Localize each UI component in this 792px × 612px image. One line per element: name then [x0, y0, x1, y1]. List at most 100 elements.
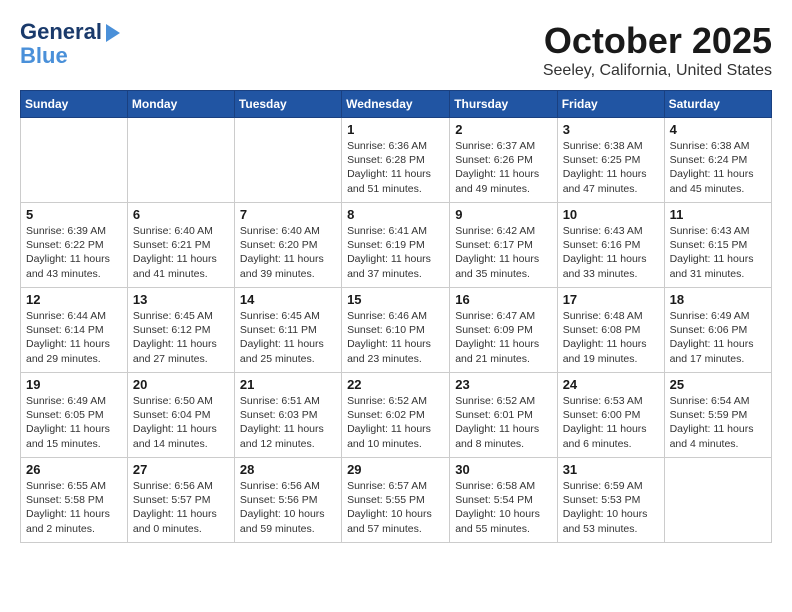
- cell-day-number: 26: [26, 462, 122, 477]
- cell-info-text: Sunrise: 6:43 AM Sunset: 6:15 PM Dayligh…: [670, 224, 766, 281]
- cell-info-text: Sunrise: 6:42 AM Sunset: 6:17 PM Dayligh…: [455, 224, 551, 281]
- logo-text-blue: Blue: [20, 44, 68, 68]
- cell-info-text: Sunrise: 6:43 AM Sunset: 6:16 PM Dayligh…: [563, 224, 659, 281]
- cell-day-number: 9: [455, 207, 551, 222]
- cell-day-number: 22: [347, 377, 444, 392]
- logo: General Blue: [20, 20, 120, 68]
- calendar-cell: 16 Sunrise: 6:47 AM Sunset: 6:09 PM Dayli…: [450, 288, 557, 373]
- calendar-cell: 31Sunrise: 6:59 AM Sunset: 5:53 PM Dayli…: [557, 458, 664, 543]
- cell-info-text: Sunrise: 6:55 AM Sunset: 5:58 PM Dayligh…: [26, 479, 122, 536]
- calendar-cell: 10 Sunrise: 6:43 AM Sunset: 6:16 PM Dayli…: [557, 203, 664, 288]
- cell-day-number: 18: [670, 292, 766, 307]
- cell-info-text: Sunrise: 6:38 AM Sunset: 6:25 PM Dayligh…: [563, 139, 659, 196]
- cell-info-text: Sunrise: 6:45 AM Sunset: 6:12 PM Dayligh…: [133, 309, 229, 366]
- calendar-week-2: 5Sunrise: 6:39 AM Sunset: 6:22 PM Daylig…: [21, 203, 772, 288]
- logo-arrow-icon: [106, 24, 120, 42]
- calendar-cell: 2 Sunrise: 6:37 AM Sunset: 6:26 PM Daylig…: [450, 118, 557, 203]
- calendar-cell: 5Sunrise: 6:39 AM Sunset: 6:22 PM Daylig…: [21, 203, 128, 288]
- calendar-cell: 18 Sunrise: 6:49 AM Sunset: 6:06 PM Dayli…: [664, 288, 771, 373]
- calendar-cell: 27Sunrise: 6:56 AM Sunset: 5:57 PM Dayli…: [127, 458, 234, 543]
- calendar-cell: 8Sunrise: 6:41 AM Sunset: 6:19 PM Daylig…: [342, 203, 450, 288]
- cell-info-text: Sunrise: 6:46 AM Sunset: 6:10 PM Dayligh…: [347, 309, 444, 366]
- calendar-cell: 24 Sunrise: 6:53 AM Sunset: 6:00 PM Dayli…: [557, 373, 664, 458]
- cell-day-number: 23: [455, 377, 551, 392]
- calendar-week-4: 19 Sunrise: 6:49 AM Sunset: 6:05 PM Dayli…: [21, 373, 772, 458]
- cell-info-text: Sunrise: 6:47 AM Sunset: 6:09 PM Dayligh…: [455, 309, 551, 366]
- calendar-header-friday: Friday: [557, 91, 664, 118]
- calendar-cell: 20 Sunrise: 6:50 AM Sunset: 6:04 PM Dayli…: [127, 373, 234, 458]
- calendar-header-wednesday: Wednesday: [342, 91, 450, 118]
- calendar-cell: 21Sunrise: 6:51 AM Sunset: 6:03 PM Dayli…: [234, 373, 341, 458]
- cell-day-number: 28: [240, 462, 336, 477]
- cell-info-text: Sunrise: 6:49 AM Sunset: 6:06 PM Dayligh…: [670, 309, 766, 366]
- calendar-cell: [127, 118, 234, 203]
- calendar-cell: 29Sunrise: 6:57 AM Sunset: 5:55 PM Dayli…: [342, 458, 450, 543]
- cell-info-text: Sunrise: 6:52 AM Sunset: 6:01 PM Dayligh…: [455, 394, 551, 451]
- cell-day-number: 13: [133, 292, 229, 307]
- cell-info-text: Sunrise: 6:53 AM Sunset: 6:00 PM Dayligh…: [563, 394, 659, 451]
- calendar-cell: [664, 458, 771, 543]
- cell-info-text: Sunrise: 6:40 AM Sunset: 6:21 PM Dayligh…: [133, 224, 229, 281]
- calendar-cell: 17Sunrise: 6:48 AM Sunset: 6:08 PM Dayli…: [557, 288, 664, 373]
- cell-day-number: 25: [670, 377, 766, 392]
- calendar-cell: 11 Sunrise: 6:43 AM Sunset: 6:15 PM Dayli…: [664, 203, 771, 288]
- cell-day-number: 30: [455, 462, 551, 477]
- page-subtitle: Seeley, California, United States: [543, 62, 772, 80]
- calendar-cell: 26 Sunrise: 6:55 AM Sunset: 5:58 PM Dayli…: [21, 458, 128, 543]
- calendar-header-thursday: Thursday: [450, 91, 557, 118]
- calendar-cell: 14 Sunrise: 6:45 AM Sunset: 6:11 PM Dayli…: [234, 288, 341, 373]
- calendar-cell: [234, 118, 341, 203]
- calendar-cell: 4Sunrise: 6:38 AM Sunset: 6:24 PM Daylig…: [664, 118, 771, 203]
- cell-day-number: 7: [240, 207, 336, 222]
- cell-info-text: Sunrise: 6:56 AM Sunset: 5:57 PM Dayligh…: [133, 479, 229, 536]
- cell-info-text: Sunrise: 6:54 AM Sunset: 5:59 PM Dayligh…: [670, 394, 766, 451]
- cell-info-text: Sunrise: 6:49 AM Sunset: 6:05 PM Dayligh…: [26, 394, 122, 451]
- cell-day-number: 14: [240, 292, 336, 307]
- cell-day-number: 16: [455, 292, 551, 307]
- cell-day-number: 12: [26, 292, 122, 307]
- cell-info-text: Sunrise: 6:45 AM Sunset: 6:11 PM Dayligh…: [240, 309, 336, 366]
- calendar-cell: 13 Sunrise: 6:45 AM Sunset: 6:12 PM Dayli…: [127, 288, 234, 373]
- cell-day-number: 19: [26, 377, 122, 392]
- cell-info-text: Sunrise: 6:38 AM Sunset: 6:24 PM Dayligh…: [670, 139, 766, 196]
- logo-text-general: General: [20, 20, 102, 44]
- calendar-cell: 22 Sunrise: 6:52 AM Sunset: 6:02 PM Dayli…: [342, 373, 450, 458]
- cell-day-number: 29: [347, 462, 444, 477]
- cell-day-number: 11: [670, 207, 766, 222]
- cell-day-number: 17: [563, 292, 659, 307]
- calendar-cell: 6Sunrise: 6:40 AM Sunset: 6:21 PM Daylig…: [127, 203, 234, 288]
- cell-info-text: Sunrise: 6:40 AM Sunset: 6:20 PM Dayligh…: [240, 224, 336, 281]
- calendar-cell: [21, 118, 128, 203]
- cell-info-text: Sunrise: 6:50 AM Sunset: 6:04 PM Dayligh…: [133, 394, 229, 451]
- cell-info-text: Sunrise: 6:36 AM Sunset: 6:28 PM Dayligh…: [347, 139, 444, 196]
- cell-info-text: Sunrise: 6:37 AM Sunset: 6:26 PM Dayligh…: [455, 139, 551, 196]
- cell-day-number: 21: [240, 377, 336, 392]
- calendar-week-5: 26 Sunrise: 6:55 AM Sunset: 5:58 PM Dayli…: [21, 458, 772, 543]
- calendar-header-monday: Monday: [127, 91, 234, 118]
- cell-day-number: 20: [133, 377, 229, 392]
- cell-info-text: Sunrise: 6:58 AM Sunset: 5:54 PM Dayligh…: [455, 479, 551, 536]
- calendar-header-sunday: Sunday: [21, 91, 128, 118]
- page-title: October 2025: [543, 20, 772, 62]
- calendar-cell: 25 Sunrise: 6:54 AM Sunset: 5:59 PM Dayli…: [664, 373, 771, 458]
- calendar-cell: 12 Sunrise: 6:44 AM Sunset: 6:14 PM Dayli…: [21, 288, 128, 373]
- calendar-cell: 28Sunrise: 6:56 AM Sunset: 5:56 PM Dayli…: [234, 458, 341, 543]
- calendar-cell: 7 Sunrise: 6:40 AM Sunset: 6:20 PM Daylig…: [234, 203, 341, 288]
- cell-day-number: 10: [563, 207, 659, 222]
- cell-day-number: 2: [455, 122, 551, 137]
- cell-info-text: Sunrise: 6:41 AM Sunset: 6:19 PM Dayligh…: [347, 224, 444, 281]
- cell-day-number: 31: [563, 462, 659, 477]
- calendar-week-3: 12 Sunrise: 6:44 AM Sunset: 6:14 PM Dayli…: [21, 288, 772, 373]
- page-header: General Blue October 2025 Seeley, Califo…: [20, 20, 772, 80]
- cell-day-number: 5: [26, 207, 122, 222]
- cell-day-number: 3: [563, 122, 659, 137]
- calendar-header-tuesday: Tuesday: [234, 91, 341, 118]
- calendar-cell: 1 Sunrise: 6:36 AM Sunset: 6:28 PM Daylig…: [342, 118, 450, 203]
- title-block: October 2025 Seeley, California, United …: [543, 20, 772, 80]
- calendar-table: SundayMondayTuesdayWednesdayThursdayFrid…: [20, 90, 772, 543]
- cell-day-number: 24: [563, 377, 659, 392]
- calendar-cell: 23 Sunrise: 6:52 AM Sunset: 6:01 PM Dayli…: [450, 373, 557, 458]
- cell-info-text: Sunrise: 6:44 AM Sunset: 6:14 PM Dayligh…: [26, 309, 122, 366]
- cell-info-text: Sunrise: 6:52 AM Sunset: 6:02 PM Dayligh…: [347, 394, 444, 451]
- cell-day-number: 1: [347, 122, 444, 137]
